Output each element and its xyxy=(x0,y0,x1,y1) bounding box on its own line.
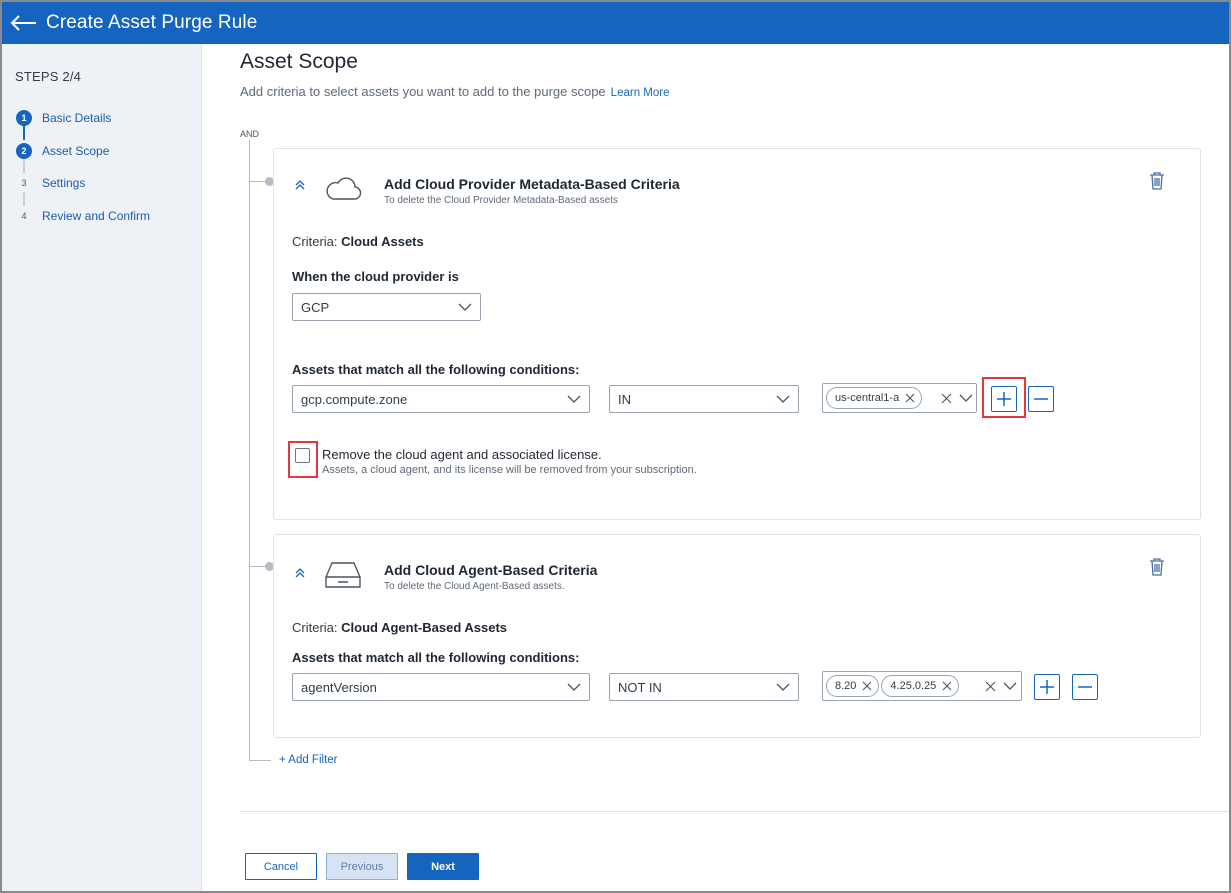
value-tag: 8.20 xyxy=(826,675,880,697)
tag-label: 8.20 xyxy=(835,680,857,692)
cloud-provider-criteria-card: Add Cloud Provider Metadata-Based Criter… xyxy=(273,148,1201,520)
select-value: agentVersion xyxy=(301,679,377,695)
select-value: NOT IN xyxy=(618,679,662,695)
card-title: Add Cloud Agent-Based Criteria xyxy=(384,562,598,578)
next-button[interactable]: Next xyxy=(407,853,479,880)
criteria-value: Cloud Agent-Based Assets xyxy=(341,620,508,635)
minus-icon xyxy=(1034,398,1048,400)
previous-button[interactable]: Previous xyxy=(326,853,398,880)
page-header-title: Create Asset Purge Rule xyxy=(46,12,258,33)
conditions-label: Assets that match all the following cond… xyxy=(292,362,580,377)
step-number: 3 xyxy=(16,175,32,191)
tree-branch xyxy=(249,760,271,761)
remove-condition-button[interactable] xyxy=(1072,674,1098,700)
provider-label: When the cloud provider is xyxy=(292,269,459,284)
cloud-agent-criteria-card: Add Cloud Agent-Based Criteria To delete… xyxy=(273,534,1201,738)
remove-agent-checkbox[interactable] xyxy=(295,448,310,463)
page-subtitle-text: Add criteria to select assets you want t… xyxy=(240,84,606,99)
value-tag: us-central1-a xyxy=(826,387,923,409)
conditions-label: Assets that match all the following cond… xyxy=(292,650,580,665)
value-tag: 4.25.0.25 xyxy=(881,675,960,697)
step-connector xyxy=(23,126,25,140)
clear-all-icon[interactable] xyxy=(941,393,952,404)
condition-operator-select[interactable]: IN xyxy=(609,385,799,413)
step-basic-details[interactable]: 1 Basic Details xyxy=(16,108,111,128)
chevron-down-icon[interactable] xyxy=(1003,680,1017,692)
criteria-tree-line xyxy=(249,140,250,760)
step-label: Basic Details xyxy=(42,111,112,125)
cloud-provider-select[interactable]: GCP xyxy=(292,293,481,321)
delete-trash-icon[interactable] xyxy=(1148,171,1166,191)
chevron-down-icon xyxy=(567,683,581,691)
hard-drive-icon xyxy=(325,562,361,588)
step-review-confirm[interactable]: 4 Review and Confirm xyxy=(16,206,150,226)
cancel-button[interactable]: Cancel xyxy=(245,853,317,880)
add-filter-link[interactable]: + Add Filter xyxy=(279,754,338,766)
chevron-down-icon xyxy=(776,683,790,691)
tag-label: 4.25.0.25 xyxy=(890,680,937,692)
step-asset-scope[interactable]: 2 Asset Scope xyxy=(16,141,109,161)
chevron-down-icon xyxy=(567,395,581,403)
back-arrow-icon[interactable] xyxy=(8,13,38,33)
remove-condition-button[interactable] xyxy=(1028,386,1054,412)
collapse-chevron-icon[interactable] xyxy=(294,179,306,194)
step-number: 2 xyxy=(16,143,32,159)
minus-icon xyxy=(1078,686,1092,688)
chevron-down-icon xyxy=(458,303,472,311)
page-subtitle: Add criteria to select assets you want t… xyxy=(240,84,669,99)
add-condition-button[interactable] xyxy=(1034,674,1060,700)
select-value: GCP xyxy=(301,299,330,315)
clear-all-icon[interactable] xyxy=(985,681,996,692)
criteria-value: Cloud Assets xyxy=(341,234,424,249)
condition-operator-select[interactable]: NOT IN xyxy=(609,673,799,701)
top-bar: Create Asset Purge Rule xyxy=(2,2,1229,44)
remove-agent-description: Assets, a cloud agent, and its license w… xyxy=(322,464,697,476)
footer-divider xyxy=(240,811,1229,812)
chevron-down-icon xyxy=(776,395,790,403)
delete-trash-icon[interactable] xyxy=(1148,557,1166,577)
remove-tag-icon[interactable] xyxy=(862,681,872,691)
condition-values-multiselect[interactable]: us-central1-a xyxy=(822,383,977,413)
condition-values-multiselect[interactable]: 8.20 4.25.0.25 xyxy=(822,671,1022,701)
main-content: Asset Scope Add criteria to select asset… xyxy=(203,44,1229,891)
criteria-prefix: Criteria: xyxy=(292,620,338,635)
page-title: Asset Scope xyxy=(240,50,358,73)
card-subtitle: To delete the Cloud Provider Metadata-Ba… xyxy=(384,195,619,206)
card-title: Add Cloud Provider Metadata-Based Criter… xyxy=(384,176,680,192)
and-operator-label: AND xyxy=(240,129,260,139)
step-connector xyxy=(23,159,25,173)
step-label: Asset Scope xyxy=(42,144,110,158)
step-number: 1 xyxy=(16,110,32,126)
app-frame: Create Asset Purge Rule STEPS 2/4 1 Basi… xyxy=(0,0,1231,893)
card-subtitle: To delete the Cloud Agent-Based assets. xyxy=(384,581,565,592)
select-value: gcp.compute.zone xyxy=(301,391,408,407)
step-label: Review and Confirm xyxy=(42,209,151,223)
step-number: 4 xyxy=(16,208,32,224)
tag-label: us-central1-a xyxy=(835,392,900,404)
cloud-icon xyxy=(326,177,362,200)
chevron-down-icon[interactable] xyxy=(959,392,973,404)
step-connector xyxy=(23,192,25,206)
plus-icon xyxy=(997,392,1011,406)
criteria-line: Criteria: Cloud Assets xyxy=(292,234,424,249)
condition-field-select[interactable]: gcp.compute.zone xyxy=(292,385,590,413)
criteria-prefix: Criteria: xyxy=(292,234,338,249)
plus-icon xyxy=(1040,680,1054,694)
steps-sidebar: STEPS 2/4 1 Basic Details 2 Asset Scope … xyxy=(2,44,202,891)
remove-tag-icon[interactable] xyxy=(905,393,915,403)
add-condition-button[interactable] xyxy=(991,386,1017,412)
steps-progress-label: STEPS 2/4 xyxy=(15,69,82,84)
step-settings[interactable]: 3 Settings xyxy=(16,173,85,193)
collapse-chevron-icon[interactable] xyxy=(294,567,306,582)
criteria-line: Criteria: Cloud Agent-Based Assets xyxy=(292,620,507,635)
select-value: IN xyxy=(618,391,631,407)
step-label: Settings xyxy=(42,176,86,190)
learn-more-link[interactable]: Learn More xyxy=(611,87,670,99)
remove-tag-icon[interactable] xyxy=(942,681,952,691)
condition-field-select[interactable]: agentVersion xyxy=(292,673,590,701)
remove-agent-label: Remove the cloud agent and associated li… xyxy=(322,447,602,462)
